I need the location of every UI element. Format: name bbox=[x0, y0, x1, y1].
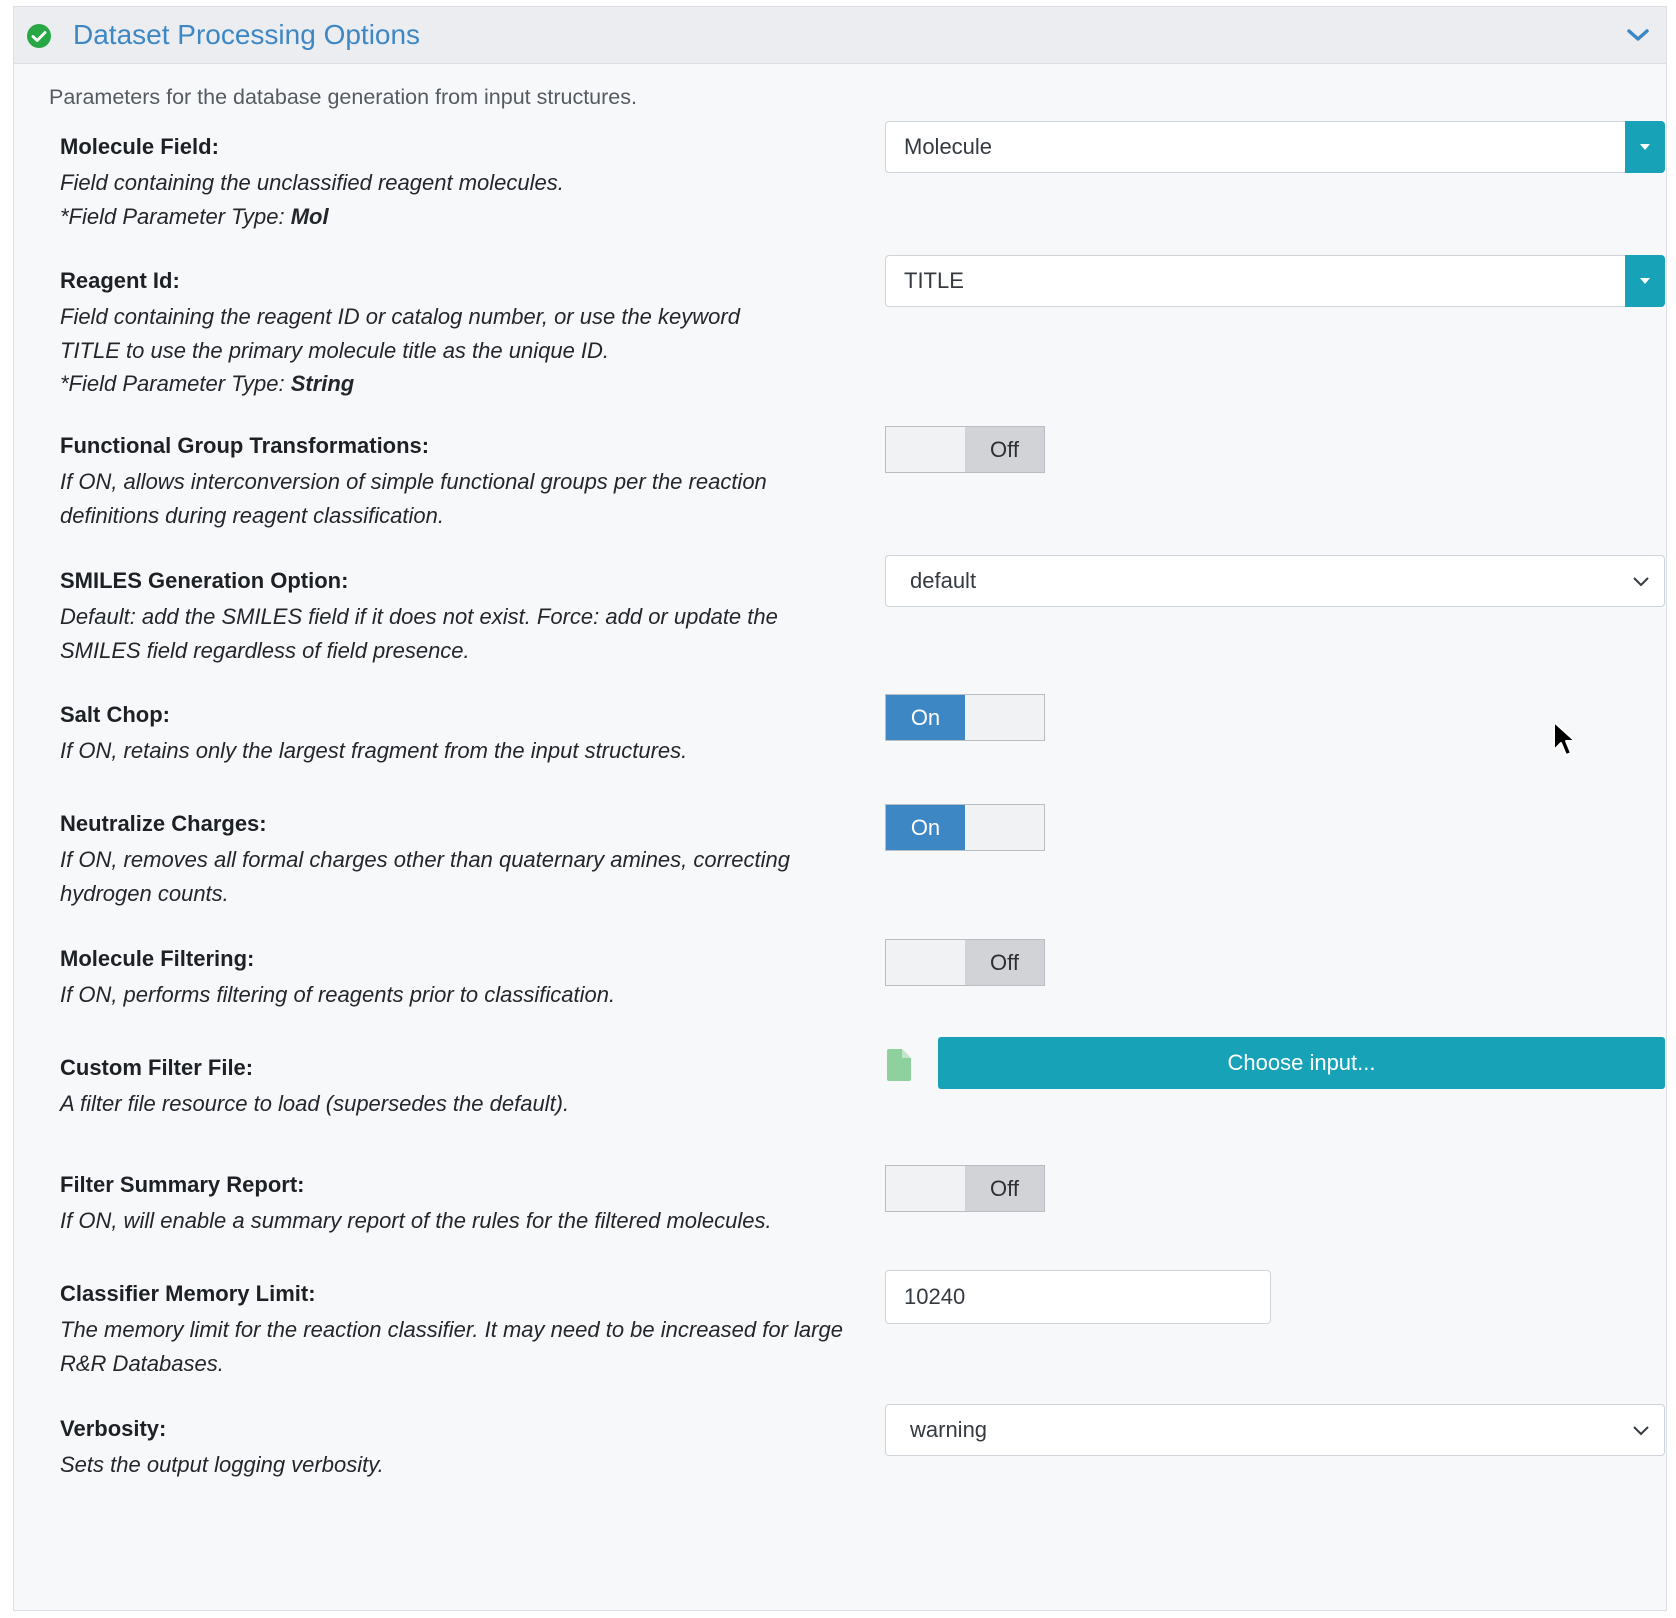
reagent-id-combobox[interactable]: TITLE bbox=[885, 255, 1665, 307]
field-label: Filter Summary Report: bbox=[60, 1172, 305, 1197]
select-value[interactable]: warning bbox=[910, 1405, 987, 1455]
field-label: Functional Group Transformations: bbox=[60, 433, 430, 458]
molecule-filtering-toggle[interactable]: Off bbox=[885, 939, 1045, 986]
functional-group-toggle[interactable]: Off bbox=[885, 426, 1045, 473]
field-description: A filter file resource to load (supersed… bbox=[60, 1091, 570, 1116]
memory-limit-input[interactable]: 10240 bbox=[885, 1270, 1271, 1324]
field-description: If ON, allows interconversion of simple … bbox=[60, 469, 767, 528]
field-label: Classifier Memory Limit: bbox=[60, 1281, 316, 1306]
panel-title[interactable]: Dataset Processing Options bbox=[73, 7, 420, 63]
panel-description: Parameters for the database generation f… bbox=[49, 85, 637, 109]
dataset-processing-panel: Dataset Processing Options Parameters fo… bbox=[13, 6, 1667, 1611]
salt-chop-toggle[interactable]: On bbox=[885, 694, 1045, 741]
smiles-option-select[interactable]: default bbox=[885, 555, 1665, 607]
filter-summary-toggle[interactable]: Off bbox=[885, 1165, 1045, 1212]
file-icon bbox=[887, 1049, 911, 1081]
choose-input-button[interactable]: Choose input... bbox=[938, 1037, 1665, 1089]
input-value[interactable]: 10240 bbox=[904, 1271, 965, 1323]
select-value[interactable]: default bbox=[910, 556, 976, 606]
panel-header[interactable]: Dataset Processing Options bbox=[14, 7, 1666, 64]
caret-down-icon bbox=[1640, 144, 1650, 150]
field-description: The memory limit for the reaction classi… bbox=[60, 1317, 843, 1376]
molecule-field-combobox[interactable]: Molecule bbox=[885, 121, 1665, 173]
field-description: If ON, removes all formal charges other … bbox=[60, 847, 790, 906]
field-description: Default: add the SMILES field if it does… bbox=[60, 604, 778, 663]
dropdown-button[interactable] bbox=[1625, 121, 1665, 173]
field-description: Field containing the unclassified reagen… bbox=[60, 170, 564, 229]
toggle-state-label[interactable]: On bbox=[886, 805, 965, 850]
check-circle-icon bbox=[27, 24, 51, 48]
toggle-state-label[interactable]: Off bbox=[965, 940, 1044, 985]
caret-down-icon bbox=[1640, 278, 1650, 284]
toggle-state-label[interactable]: Off bbox=[965, 427, 1044, 472]
toggle-state-label[interactable]: Off bbox=[965, 1166, 1044, 1211]
field-label: Molecule Field: bbox=[60, 134, 219, 159]
field-description: If ON, retains only the largest fragment… bbox=[60, 738, 688, 763]
combobox-value[interactable]: TITLE bbox=[904, 256, 964, 306]
field-label: Verbosity: bbox=[60, 1416, 167, 1441]
field-description: Field containing the reagent ID or catal… bbox=[60, 304, 740, 396]
field-label: Custom Filter File: bbox=[60, 1055, 254, 1080]
chevron-down-icon bbox=[1633, 577, 1649, 587]
toggle-state-label[interactable]: On bbox=[886, 695, 965, 740]
field-description: If ON, will enable a summary report of t… bbox=[60, 1208, 772, 1233]
field-label: Reagent Id: bbox=[60, 268, 180, 293]
combobox-value[interactable]: Molecule bbox=[904, 122, 992, 172]
chevron-down-icon[interactable] bbox=[1626, 25, 1650, 45]
chevron-down-icon bbox=[1633, 1426, 1649, 1436]
field-label: SMILES Generation Option: bbox=[60, 568, 349, 593]
verbosity-select[interactable]: warning bbox=[885, 1404, 1665, 1456]
mouse-pointer-icon bbox=[1553, 721, 1576, 756]
field-label: Salt Chop: bbox=[60, 702, 170, 727]
dropdown-button[interactable] bbox=[1625, 255, 1665, 307]
field-label: Molecule Filtering: bbox=[60, 946, 255, 971]
field-label: Neutralize Charges: bbox=[60, 811, 267, 836]
field-description: If ON, performs filtering of reagents pr… bbox=[60, 982, 616, 1007]
neutralize-charges-toggle[interactable]: On bbox=[885, 804, 1045, 851]
field-description: Sets the output logging verbosity. bbox=[60, 1452, 384, 1477]
